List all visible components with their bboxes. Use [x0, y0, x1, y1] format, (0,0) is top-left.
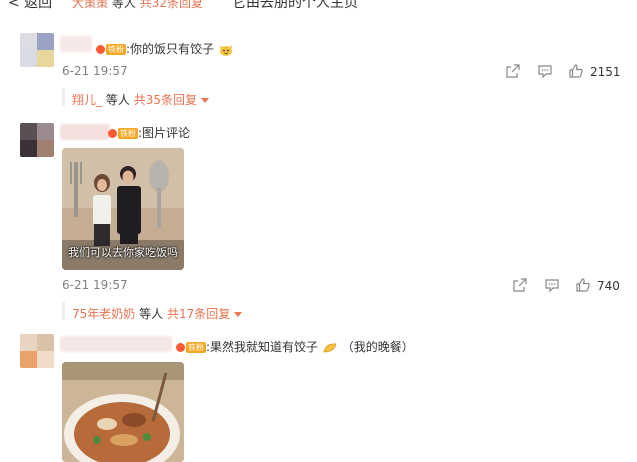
header-title-text: 它由去朋的个人主页 — [232, 0, 358, 11]
comment-text-row: 铁粉:你的饭只有饺子 — [96, 40, 234, 57]
comment-text-row: 铁粉:图片评论 — [108, 124, 190, 141]
reply-suffix: 等人 — [139, 307, 164, 321]
comment-time: 6-21 19:57 — [62, 278, 128, 292]
comment-text: :图片评论 — [138, 126, 191, 140]
back-label: < 返回 — [8, 0, 53, 11]
share-icon[interactable] — [512, 277, 528, 293]
header-reply-total: 共32条回复 — [139, 0, 203, 10]
reply-suffix: 等人 — [105, 93, 130, 107]
crown-icon — [176, 343, 185, 352]
username-blurred[interactable] — [60, 36, 92, 52]
reply-name: 翔儿_ — [72, 93, 103, 107]
photo-graphic — [62, 362, 184, 462]
reply-total: 共17条回复 — [166, 307, 231, 321]
reply-name: 75年老奶奶 — [72, 307, 136, 321]
comment-text: :果然我就知道有饺子 — [206, 340, 319, 354]
comment-text: :你的饭只有饺子 — [126, 42, 215, 56]
like-count: 2151 — [590, 65, 621, 79]
header-replies[interactable]: 大策策 等人 共32条回复 — [72, 0, 203, 11]
reply-bar — [62, 302, 65, 320]
avatar[interactable] — [20, 334, 54, 368]
fan-badge: 铁粉 — [186, 342, 206, 353]
comment-image[interactable]: 我们可以去你家吃饭吗 — [62, 148, 184, 270]
dumpling-emoji-icon — [323, 343, 337, 352]
fan-badge: 铁粉 — [106, 44, 126, 55]
comment-extra: （我的晚餐） — [341, 340, 414, 354]
comment-text-row: 铁粉:果然我就知道有饺子 （我的晚餐） — [176, 338, 414, 355]
reply-summary[interactable]: 75年老奶奶 等人 共17条回复 — [72, 305, 243, 322]
reply-summary[interactable]: 翔儿_ 等人 共35条回复 — [72, 91, 209, 108]
avatar[interactable] — [20, 33, 54, 67]
avatar[interactable] — [20, 123, 54, 157]
like-count: 740 — [597, 279, 620, 293]
comment-time: 6-21 19:57 — [62, 64, 128, 78]
crown-icon — [108, 129, 117, 138]
crown-icon — [96, 45, 105, 54]
fan-badge: 铁粉 — [118, 128, 138, 139]
header-title: 它由去朋的个人主页 — [232, 0, 358, 12]
comment-image[interactable] — [62, 362, 184, 462]
cat-emoji-icon — [219, 44, 232, 56]
share-icon[interactable] — [505, 63, 521, 79]
chevron-down-icon — [200, 98, 209, 103]
comment-icon[interactable] — [537, 63, 553, 79]
username-blurred[interactable] — [60, 124, 110, 140]
image-caption: 我们可以去你家吃饭吗 — [68, 246, 178, 259]
header-reply-suffix: 等人 — [111, 0, 136, 10]
username-blurred[interactable] — [60, 336, 172, 352]
header-reply-name: 大策策 — [72, 0, 109, 10]
comment-icon[interactable] — [544, 277, 560, 293]
back-link[interactable]: < 返回 — [8, 0, 52, 12]
reply-total: 共35条回复 — [133, 93, 197, 107]
like-icon[interactable] — [575, 277, 591, 293]
like-icon[interactable] — [568, 63, 584, 79]
reply-bar — [62, 88, 65, 106]
chevron-down-icon — [234, 312, 243, 317]
